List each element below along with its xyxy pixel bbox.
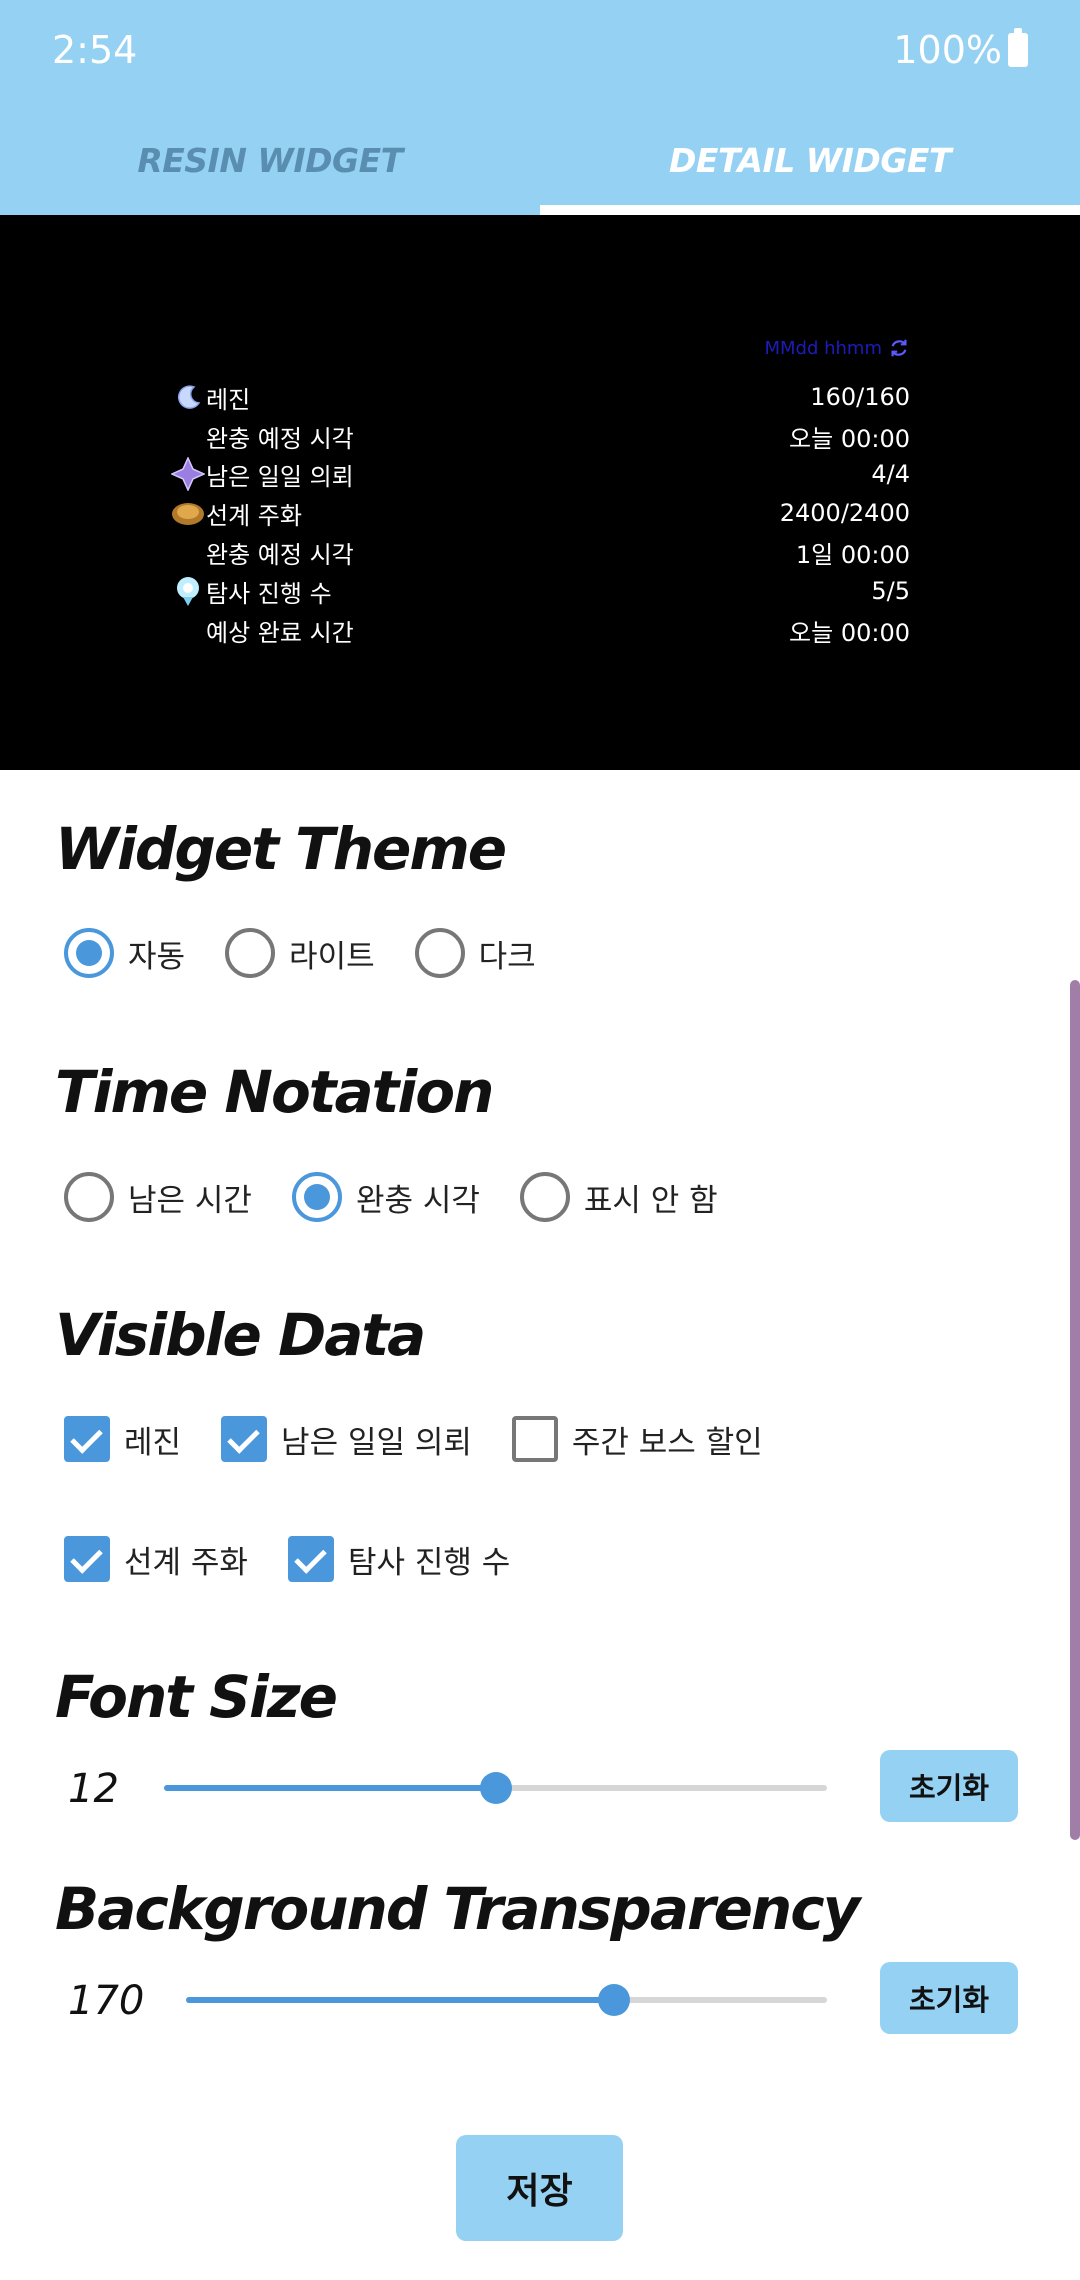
radio-button[interactable] — [414, 928, 465, 978]
data-option-weekly-boss[interactable]: 주간 보스 할인 — [511, 1416, 763, 1462]
tab-resin-widget[interactable]: RESIN WIDGET — [0, 105, 540, 215]
preview-date-format: MMdd hhmm — [764, 337, 882, 359]
checkbox[interactable] — [287, 1536, 334, 1582]
font-size-value: 12 — [68, 1766, 119, 1812]
data-option-daily-commission[interactable]: 남은 일일 의뢰 — [221, 1416, 472, 1462]
scrollbar[interactable] — [1070, 980, 1080, 1840]
option-label: 주간 보스 할인 — [571, 1424, 763, 1461]
preview-value: 4/4 — [871, 460, 910, 488]
theme-option-light[interactable]: 라이트 — [225, 928, 375, 978]
slider-fill — [164, 1785, 496, 1791]
widget-theme-options: 자동 라이트 다크 — [64, 928, 576, 978]
refresh-icon[interactable] — [888, 337, 910, 359]
option-label: 선계 주화 — [124, 1544, 248, 1581]
transparency-slider-row: 170 초기화 — [0, 1960, 1080, 2040]
battery-icon — [1008, 28, 1028, 67]
data-option-realm-currency[interactable]: 선계 주화 — [64, 1536, 248, 1582]
time-option-remaining[interactable]: 남은 시간 — [64, 1172, 252, 1222]
option-label: 자동 — [128, 938, 186, 975]
preview-label: 완충 예정 시각 — [206, 424, 354, 453]
preview-value: 오늘 00:00 — [789, 424, 910, 453]
radio-button[interactable] — [519, 1172, 570, 1222]
radio-button[interactable] — [291, 1172, 342, 1222]
checkbox[interactable] — [64, 1536, 110, 1582]
preview-value: 5/5 — [871, 577, 910, 605]
checkbox[interactable] — [511, 1416, 558, 1462]
preview-label: 남은 일일 의뢰 — [206, 462, 354, 491]
tab-detail-widget[interactable]: DETAIL WIDGET — [540, 105, 1080, 215]
data-option-expedition[interactable]: 탐사 진행 수 — [287, 1536, 511, 1582]
preview-value: 1일 00:00 — [795, 540, 910, 569]
preview-row-realm-currency: 선계 주화 2400/2400 — [170, 494, 910, 532]
time-option-full-charge[interactable]: 완충 시각 — [291, 1172, 480, 1222]
preview-row-expedition-time: 예상 완료 시간 오늘 00:00 — [170, 611, 910, 649]
preview-label: 선계 주화 — [206, 501, 302, 530]
preview-label: 예상 완료 시간 — [206, 618, 354, 647]
visible-data-title: Visible Data — [55, 1301, 426, 1369]
visible-data-row-2: 선계 주화 탐사 진행 수 — [64, 1536, 550, 1582]
font-size-slider[interactable] — [164, 1772, 827, 1804]
tab-bar: RESIN WIDGET DETAIL WIDGET — [0, 105, 1080, 215]
checkbox[interactable] — [221, 1416, 268, 1462]
status-bar: 2:54 100% — [0, 0, 1080, 105]
font-size-title: Font Size — [55, 1663, 338, 1731]
preview-value: 2400/2400 — [779, 499, 910, 527]
radio-button[interactable] — [225, 928, 276, 978]
font-size-reset-button[interactable]: 초기화 — [880, 1750, 1018, 1822]
time-notation-title: Time Notation — [55, 1058, 494, 1126]
commission-icon — [170, 456, 206, 492]
visible-data-row-1: 레진 남은 일일 의뢰 주간 보스 할인 — [64, 1416, 803, 1462]
preview-value: 160/160 — [810, 383, 910, 411]
preview-row-resin: 레진 160/160 — [170, 378, 910, 416]
font-size-slider-row: 12 초기화 — [0, 1748, 1080, 1828]
option-label: 남은 일일 의뢰 — [281, 1424, 472, 1461]
preview-row-commission: 남은 일일 의뢰 4/4 — [170, 455, 910, 493]
radio-button[interactable] — [64, 928, 114, 978]
preview-label: 탐사 진행 수 — [206, 579, 332, 608]
preview-row-currency-time: 완충 예정 시각 1일 00:00 — [170, 533, 910, 571]
tab-indicator — [540, 205, 1080, 215]
time-notation-options: 남은 시간 완충 시각 표시 안 함 — [64, 1172, 758, 1222]
widget-theme-title: Widget Theme — [55, 815, 507, 883]
theme-option-auto[interactable]: 자동 — [64, 928, 185, 978]
preview-header[interactable]: MMdd hhmm — [764, 337, 910, 359]
slider-thumb[interactable] — [597, 1984, 630, 2016]
radio-button[interactable] — [64, 1172, 114, 1222]
preview-label: 레진 — [206, 385, 251, 414]
option-label: 라이트 — [289, 938, 375, 975]
option-label: 완충 시각 — [355, 1182, 480, 1219]
widget-preview: MMdd hhmm 레진 160/160 완충 예정 시각 오늘 00:00 남… — [0, 215, 1080, 770]
preview-value: 오늘 00:00 — [789, 618, 910, 647]
background-transparency-title: Background Transparency — [55, 1875, 860, 1943]
status-time: 2:54 — [52, 28, 138, 72]
option-label: 남은 시간 — [128, 1182, 252, 1219]
preview-label: 완충 예정 시각 — [206, 540, 354, 569]
save-button[interactable]: 저장 — [456, 2135, 623, 2241]
slider-fill — [186, 1997, 614, 2003]
preview-row-expedition: 탐사 진행 수 5/5 — [170, 572, 910, 610]
expedition-icon — [170, 573, 206, 609]
option-label: 탐사 진행 수 — [347, 1544, 511, 1581]
transparency-value: 170 — [68, 1978, 145, 2024]
preview-row-resin-time: 완충 예정 시각 오늘 00:00 — [170, 417, 910, 455]
option-label: 다크 — [478, 938, 536, 975]
time-option-hidden[interactable]: 표시 안 함 — [519, 1172, 718, 1222]
battery-status: 100% — [893, 28, 1028, 72]
option-label: 레진 — [124, 1424, 182, 1461]
option-label: 표시 안 함 — [583, 1182, 718, 1219]
transparency-slider[interactable] — [186, 1984, 827, 2016]
moon-icon — [170, 379, 206, 415]
transparency-reset-button[interactable]: 초기화 — [880, 1962, 1018, 2034]
slider-thumb[interactable] — [479, 1772, 512, 1804]
checkbox[interactable] — [64, 1416, 110, 1462]
theme-option-dark[interactable]: 다크 — [414, 928, 536, 978]
battery-percent: 100% — [893, 28, 1002, 72]
data-option-resin[interactable]: 레진 — [64, 1416, 181, 1462]
coin-icon — [170, 495, 206, 531]
